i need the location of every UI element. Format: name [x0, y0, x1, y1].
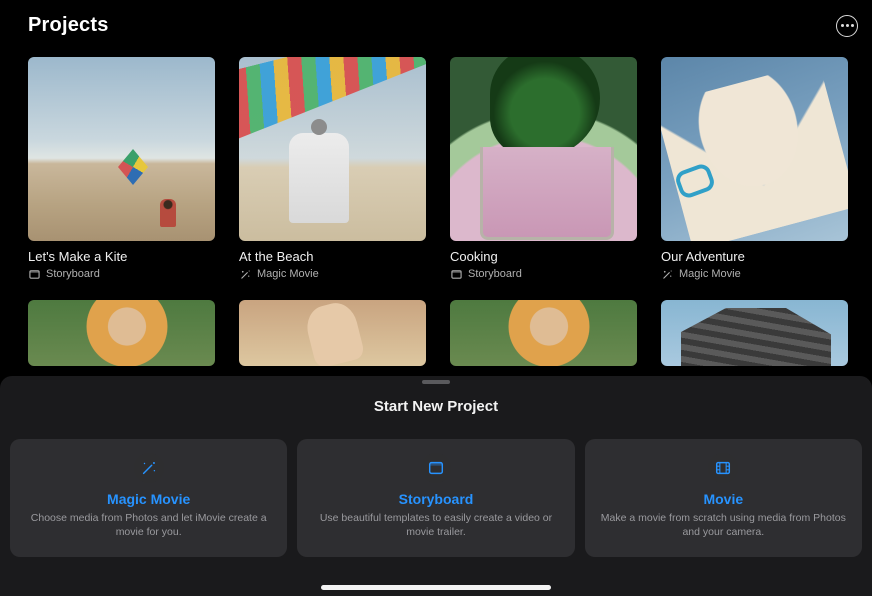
card-description: Choose media from Photos and let iMovie … [26, 511, 271, 539]
home-indicator[interactable] [321, 585, 551, 590]
project-title: At the Beach [239, 249, 426, 264]
card-title: Storyboard [399, 491, 474, 507]
project-thumbnail [239, 300, 426, 366]
storyboard-icon [421, 453, 451, 483]
project-thumbnail [28, 57, 215, 241]
project-kind-label: Storyboard [46, 268, 100, 280]
project-item[interactable] [28, 300, 215, 366]
card-title: Movie [703, 491, 743, 507]
project-thumbnail [450, 57, 637, 241]
project-kind: Magic Movie [661, 268, 848, 280]
card-description: Make a movie from scratch using media fr… [601, 511, 846, 539]
project-thumbnail [239, 57, 426, 241]
magic-icon [661, 268, 673, 280]
magic-icon [239, 268, 251, 280]
sheet-title: Start New Project [0, 398, 872, 415]
project-item[interactable]: Cooking Storyboard [450, 57, 637, 280]
storyboard-icon [450, 268, 462, 280]
project-item[interactable] [239, 300, 426, 366]
project-item[interactable] [450, 300, 637, 366]
project-title: Let's Make a Kite [28, 249, 215, 264]
projects-grid: Let's Make a Kite Storyboard At the Beac… [0, 37, 872, 366]
movie-card[interactable]: Movie Make a movie from scratch using me… [585, 439, 862, 557]
new-project-options: Magic Movie Choose media from Photos and… [0, 415, 872, 557]
wand-icon [134, 453, 164, 483]
project-item[interactable]: At the Beach Magic Movie [239, 57, 426, 280]
project-item[interactable]: Let's Make a Kite Storyboard [28, 57, 215, 280]
project-kind: Storyboard [28, 268, 215, 280]
project-title: Our Adventure [661, 249, 848, 264]
project-thumbnail [661, 57, 848, 241]
card-description: Use beautiful templates to easily create… [313, 511, 558, 539]
storyboard-card[interactable]: Storyboard Use beautiful templates to ea… [297, 439, 574, 557]
new-project-sheet: Start New Project Magic Movie Choose med… [0, 376, 872, 596]
project-kind-label: Storyboard [468, 268, 522, 280]
more-button[interactable] [836, 15, 858, 37]
project-kind: Storyboard [450, 268, 637, 280]
header: Projects [0, 0, 872, 37]
card-title: Magic Movie [107, 491, 190, 507]
magic-movie-card[interactable]: Magic Movie Choose media from Photos and… [10, 439, 287, 557]
film-icon [708, 453, 738, 483]
sheet-grabber[interactable] [422, 380, 450, 384]
storyboard-icon [28, 268, 40, 280]
project-thumbnail [28, 300, 215, 366]
project-kind-label: Magic Movie [257, 268, 319, 280]
project-thumbnail [661, 300, 848, 366]
project-thumbnail [450, 300, 637, 366]
project-item[interactable]: Our Adventure Magic Movie [661, 57, 848, 280]
page-title: Projects [28, 14, 109, 37]
project-kind: Magic Movie [239, 268, 426, 280]
more-icon [841, 24, 854, 27]
project-item[interactable] [661, 300, 848, 366]
project-title: Cooking [450, 249, 637, 264]
project-kind-label: Magic Movie [679, 268, 741, 280]
